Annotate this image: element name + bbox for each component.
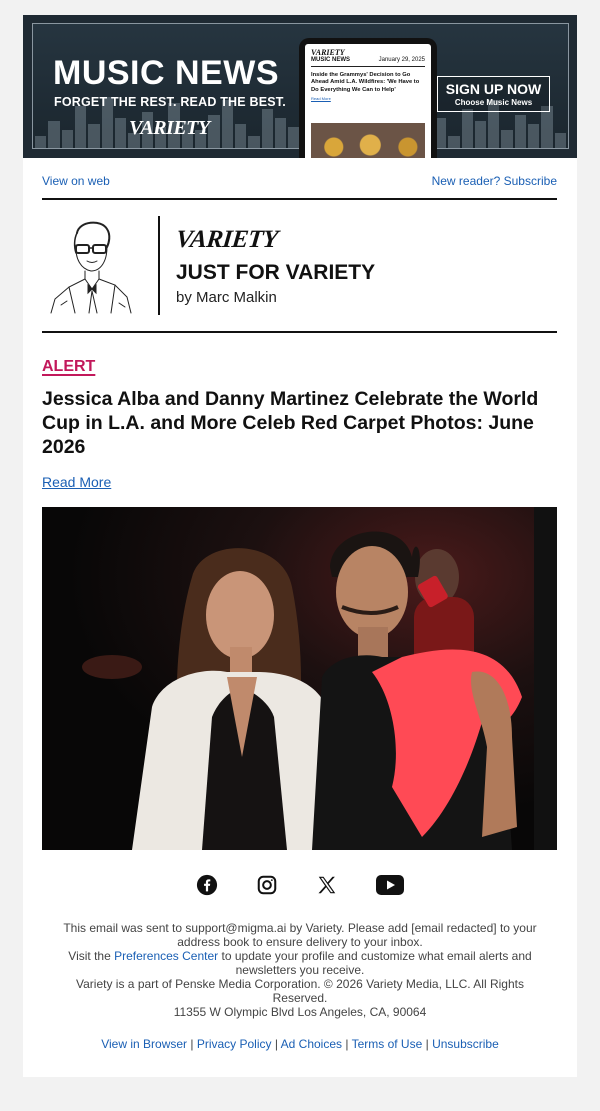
signup-sublabel: Choose Music News xyxy=(454,98,533,107)
divider-top xyxy=(42,198,557,200)
footer-sent-to: This email was sent to support@migma.ai … xyxy=(63,921,537,949)
social-links xyxy=(23,873,577,897)
ad-choices-link[interactable]: Ad Choices xyxy=(281,1037,342,1051)
signup-label: SIGN UP NOW xyxy=(445,81,542,97)
top-links: View on web New reader? Subscribe xyxy=(42,174,557,188)
view-on-web-link[interactable]: View on web xyxy=(42,174,110,188)
youtube-icon[interactable] xyxy=(375,873,405,897)
facebook-icon[interactable] xyxy=(195,873,219,897)
column-variety-logo: VARIETY xyxy=(174,226,280,253)
banner-title: MUSIC NEWS xyxy=(53,54,279,92)
tablet-section: MUSIC NEWS xyxy=(311,57,350,63)
footer-visit-rest: to update your profile and customize wha… xyxy=(221,949,532,977)
tablet-logo: VARIETY xyxy=(311,48,345,57)
music-news-banner[interactable]: MUSIC NEWS FORGET THE REST. READ THE BES… xyxy=(23,15,577,158)
tablet-grammy-image xyxy=(311,123,425,158)
banner-tagline: FORGET THE REST. READ THE BEST. xyxy=(54,95,286,109)
tablet-headline: Inside the Grammys' Decision to Go Ahead… xyxy=(311,72,420,93)
divider-bottom xyxy=(42,331,557,333)
tablet-date: January 29, 2025 xyxy=(378,57,425,63)
article-photo[interactable] xyxy=(42,507,557,850)
x-icon[interactable] xyxy=(315,873,339,897)
tablet-read-more: Read More xyxy=(311,95,331,101)
column-title: JUST FOR VARIETY xyxy=(176,261,376,284)
article-headline[interactable]: Jessica Alba and Danny Martinez Celebrat… xyxy=(42,387,562,459)
read-more-link[interactable]: Read More xyxy=(42,475,111,489)
terms-of-use-link[interactable]: Terms of Use xyxy=(352,1037,423,1051)
preferences-center-link[interactable]: Preferences Center xyxy=(114,949,218,963)
footer-visit: Visit the xyxy=(68,949,111,963)
footer-preferences-line: Visit the Preferences Center to update y… xyxy=(53,949,547,977)
signup-now-button[interactable]: SIGN UP NOW Choose Music News xyxy=(437,76,550,112)
tablet-screen: VARIETY MUSIC NEWS January 29, 2025 Insi… xyxy=(305,44,431,158)
red-carpet-photo-illustration xyxy=(42,507,557,850)
subscribe-link[interactable]: New reader? Subscribe xyxy=(432,174,557,188)
footer-copyright: Variety is a part of Penske Media Corpor… xyxy=(76,977,524,1005)
footer-address: 11355 W Olympic Blvd Los Angeles, CA, 90… xyxy=(173,1005,427,1019)
column-divider xyxy=(158,216,160,315)
instagram-icon[interactable] xyxy=(255,873,279,897)
view-in-browser-link[interactable]: View in Browser xyxy=(101,1037,187,1051)
footer-text: This email was sent to support@migma.ai … xyxy=(53,921,547,1019)
unsubscribe-link[interactable]: Unsubscribe xyxy=(432,1037,499,1051)
tablet-header: MUSIC NEWS January 29, 2025 xyxy=(311,57,425,68)
footer-links: View in Browser | Privacy Policy | Ad Ch… xyxy=(101,1037,499,1051)
privacy-policy-link[interactable]: Privacy Policy xyxy=(197,1037,272,1051)
alert-label[interactable]: ALERT xyxy=(42,359,95,375)
tablet-preview: VARIETY MUSIC NEWS January 29, 2025 Insi… xyxy=(299,38,437,158)
banner-variety-logo: VARIETY xyxy=(129,117,210,139)
marc-malkin-portrait xyxy=(50,221,132,314)
email-card: MUSIC NEWS FORGET THE REST. READ THE BES… xyxy=(23,15,577,1077)
column-byline: by Marc Malkin xyxy=(176,289,277,306)
